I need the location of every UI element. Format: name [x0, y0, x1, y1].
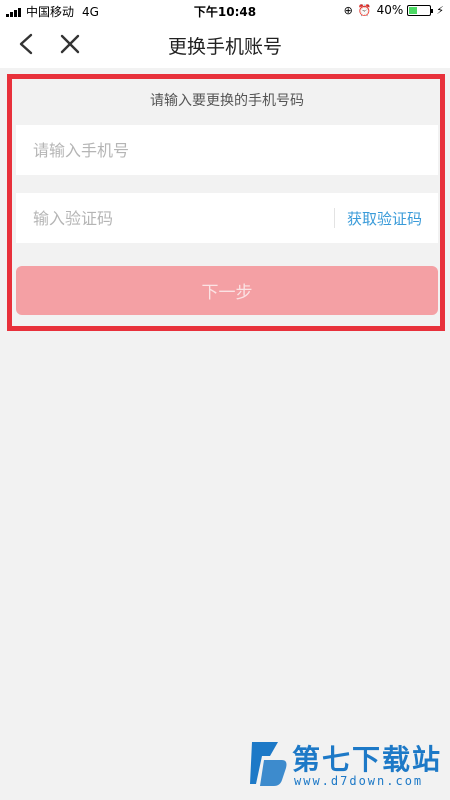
- battery-percent: 40%: [376, 3, 404, 17]
- instruction-text: 请输入要更换的手机号码: [150, 93, 304, 109]
- orientation-lock-icon: ⊕: [343, 3, 353, 17]
- phone-row: [16, 125, 438, 175]
- watermark-title: 第七下载站: [292, 743, 443, 776]
- nav-bar: 更换手机账号: [0, 20, 450, 68]
- watermark: 第七下载站 www.d7down.com: [248, 736, 444, 792]
- get-code-button[interactable]: 获取验证码: [335, 208, 438, 229]
- verification-code-input[interactable]: [16, 193, 334, 243]
- phone-input[interactable]: [16, 125, 438, 175]
- battery-fill: [409, 6, 418, 14]
- status-right: ⊕ ⏰ 40% ⚡: [344, 3, 444, 17]
- watermark-logo-icon: [250, 742, 287, 786]
- code-row: 获取验证码: [16, 193, 438, 243]
- watermark-url: www.d7down.com: [294, 774, 424, 788]
- battery-icon: [407, 4, 434, 16]
- next-button[interactable]: 下一步: [16, 266, 438, 315]
- status-bar: 中国移动 4G 下午10:48 ⊕ ⏰ 40% ⚡: [0, 0, 450, 20]
- page-title: 更换手机账号: [167, 36, 282, 58]
- alarm-icon: ⏰: [357, 3, 372, 17]
- charging-icon: ⚡: [436, 3, 444, 17]
